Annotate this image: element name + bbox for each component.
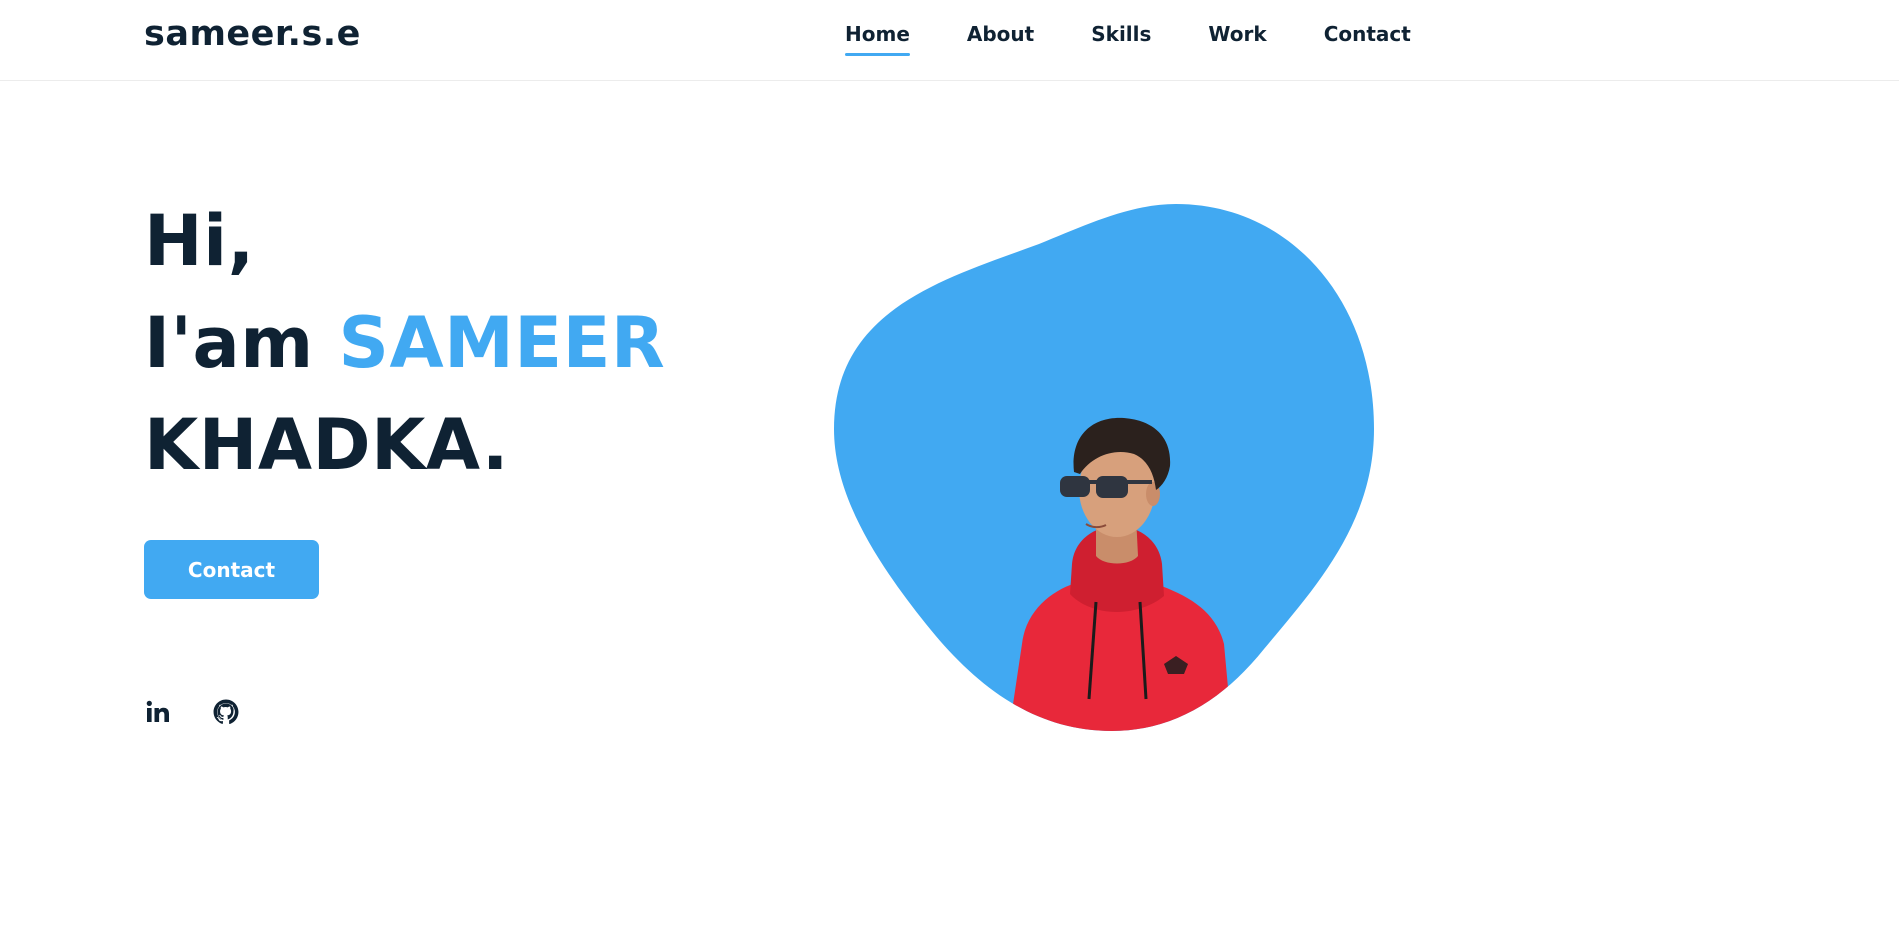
hero-name-line: I'am SAMEER (144, 292, 665, 394)
portrait-illustration (834, 204, 1374, 731)
nav-link-about[interactable]: About (967, 16, 1034, 56)
nav-link-contact[interactable]: Contact (1324, 16, 1411, 56)
github-link[interactable] (212, 698, 240, 726)
site-header: sameer.s.e Home About Skills Work Contac… (0, 0, 1899, 81)
linkedin-icon (146, 700, 169, 722)
nav-link-work[interactable]: Work (1208, 16, 1266, 56)
github-icon (213, 699, 239, 725)
nav-link-skills[interactable]: Skills (1091, 16, 1151, 56)
hero-title: Hi, I'am SAMEER KHADKA. (144, 190, 665, 496)
hero-greeting: Hi, (144, 200, 255, 282)
hero-last-name: KHADKA. (144, 404, 509, 486)
hero-image-frame (834, 204, 1374, 731)
contact-button[interactable]: Contact (144, 540, 319, 599)
linkedin-link[interactable] (144, 698, 172, 726)
social-links (144, 698, 280, 726)
main-nav: Home About Skills Work Contact (845, 0, 1411, 72)
site-logo[interactable]: sameer.s.e (144, 14, 361, 54)
hero-intro-text: I'am (144, 302, 339, 384)
nav-link-home[interactable]: Home (845, 16, 910, 56)
hero-first-name: SAMEER (338, 302, 666, 384)
